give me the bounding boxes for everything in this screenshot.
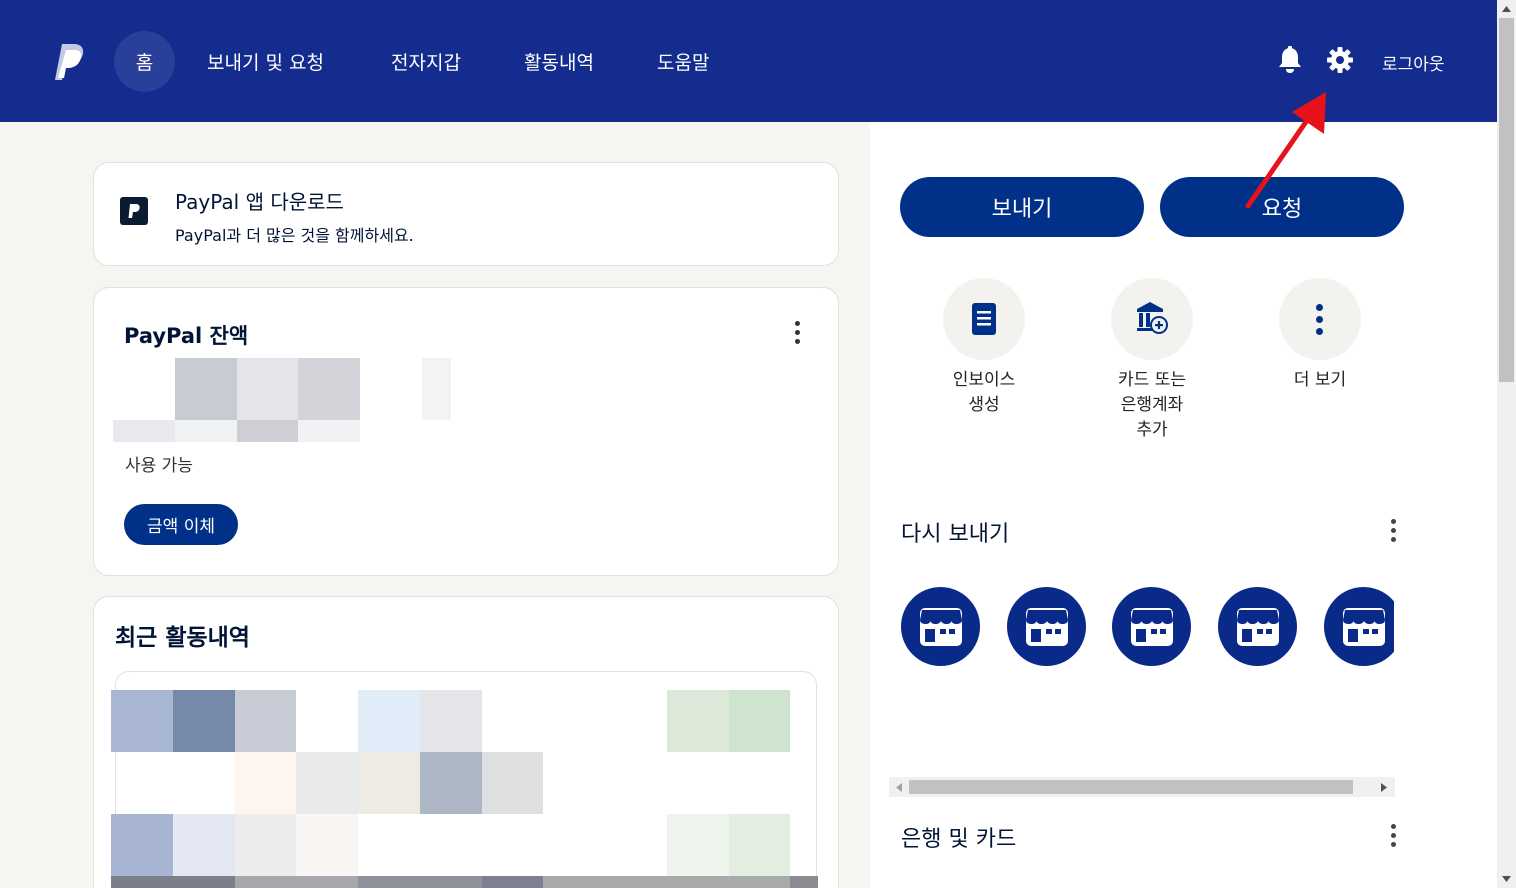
gear-icon[interactable] bbox=[1326, 46, 1354, 74]
store-icon bbox=[1343, 608, 1385, 646]
scroll-down-icon[interactable] bbox=[1502, 876, 1511, 882]
contacts-scrollbar-thumb[interactable] bbox=[909, 780, 1353, 794]
add-card-bank-line2: 은행계좌 bbox=[1120, 395, 1184, 415]
add-card-bank-button[interactable] bbox=[1111, 278, 1193, 360]
store-icon bbox=[1131, 608, 1173, 646]
nav-home-label: 홈 bbox=[135, 52, 154, 74]
more-actions-line1: 더 보기 bbox=[1293, 370, 1347, 390]
transfer-money-button[interactable]: 금액 이체 bbox=[124, 504, 238, 545]
invoice-icon bbox=[972, 303, 996, 335]
send-again-contacts bbox=[890, 580, 1394, 675]
contact-store-5[interactable] bbox=[1324, 587, 1394, 666]
store-icon bbox=[1237, 608, 1279, 646]
logout-link[interactable]: 로그아웃 bbox=[1382, 50, 1445, 75]
app-download-subtitle: PayPal과 더 많은 것을 함께하세요. bbox=[175, 226, 414, 245]
nav-home[interactable]: 홈 bbox=[114, 31, 175, 92]
send-again-more-icon[interactable] bbox=[1390, 518, 1398, 544]
bell-icon[interactable] bbox=[1277, 46, 1303, 74]
more-vertical-icon bbox=[1316, 304, 1324, 336]
paypal-page: 홈 보내기 및 요청 전자지갑 활동내역 도움말 로그아웃 PayPal 앱 다… bbox=[0, 0, 1516, 888]
send-button-label: 보내기 bbox=[991, 197, 1053, 222]
annotation-arrow bbox=[1245, 92, 1326, 209]
paypal-app-icon bbox=[120, 197, 148, 225]
scroll-up-icon[interactable] bbox=[1502, 6, 1511, 12]
contact-store-2[interactable] bbox=[1007, 587, 1086, 666]
contact-store-4[interactable] bbox=[1218, 587, 1297, 666]
create-invoice-button[interactable] bbox=[943, 278, 1025, 360]
store-icon bbox=[1026, 608, 1068, 646]
paypal-logo[interactable] bbox=[54, 44, 84, 80]
store-icon bbox=[920, 608, 962, 646]
nav-activity[interactable]: 활동내역 bbox=[524, 48, 594, 75]
page-scrollbar-thumb[interactable] bbox=[1499, 18, 1514, 382]
nav-send-request[interactable]: 보내기 및 요청 bbox=[207, 48, 324, 75]
scroll-left-icon[interactable] bbox=[896, 783, 902, 792]
bank-add-icon bbox=[1137, 302, 1168, 334]
contact-store-1[interactable] bbox=[901, 587, 980, 666]
app-download-title: PayPal 앱 다운로드 bbox=[175, 190, 344, 214]
more-actions-label[interactable]: 더 보기 bbox=[1250, 368, 1390, 393]
balance-title: PayPal 잔액 bbox=[124, 324, 249, 348]
banks-cards-more-icon[interactable] bbox=[1390, 823, 1398, 849]
nav-wallet[interactable]: 전자지갑 bbox=[391, 48, 461, 75]
create-invoice-line1: 인보이스 bbox=[952, 370, 1016, 390]
balance-more-icon[interactable] bbox=[794, 320, 802, 346]
create-invoice-label[interactable]: 인보이스 생성 bbox=[914, 368, 1054, 418]
send-again-title: 다시 보내기 bbox=[901, 522, 1010, 547]
add-card-bank-label[interactable]: 카드 또는 은행계좌 추가 bbox=[1082, 368, 1222, 443]
add-card-bank-line1: 카드 또는 bbox=[1118, 370, 1186, 390]
send-button[interactable]: 보내기 bbox=[900, 177, 1144, 237]
transfer-money-label: 금액 이체 bbox=[147, 517, 215, 537]
add-card-bank-line3: 추가 bbox=[1136, 420, 1168, 440]
recent-activity-title: 최근 활동내역 bbox=[115, 625, 250, 651]
contact-store-3[interactable] bbox=[1112, 587, 1191, 666]
scroll-right-icon[interactable] bbox=[1381, 783, 1387, 792]
create-invoice-line2: 생성 bbox=[968, 395, 1000, 415]
nav-help[interactable]: 도움말 bbox=[657, 48, 709, 75]
banks-cards-title: 은행 및 카드 bbox=[901, 827, 1017, 852]
balance-available-label: 사용 가능 bbox=[125, 456, 193, 476]
more-actions-button[interactable] bbox=[1279, 278, 1361, 360]
